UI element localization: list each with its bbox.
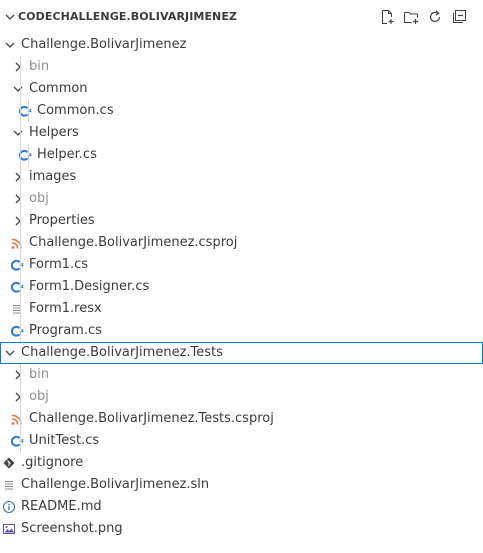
tree-item-label: bin <box>29 59 50 74</box>
tree-item-label: Challenge.BolivarJimenez.Tests.csproj <box>29 411 274 426</box>
tree-item-label: Challenge.BolivarJimenez <box>21 37 187 52</box>
tree-file[interactable]: README.md <box>0 496 483 518</box>
tree-item-label: obj <box>29 191 49 206</box>
tree-folder[interactable]: obj <box>0 188 483 210</box>
indent-guide <box>20 56 21 342</box>
new-folder-icon[interactable] <box>403 9 419 25</box>
chevron-right-icon[interactable] <box>12 193 24 205</box>
new-file-icon[interactable] <box>379 9 395 25</box>
refresh-icon[interactable] <box>427 9 443 25</box>
tree-folder[interactable]: Common <box>0 78 483 100</box>
tree-file[interactable]: Challenge.BolivarJimenez.csproj <box>0 232 483 254</box>
tree-item-label: Program.cs <box>29 323 102 338</box>
tree-item-label: README.md <box>21 499 102 514</box>
indent-guide <box>28 100 29 122</box>
tree-item-label: obj <box>29 389 49 404</box>
rss-project-icon <box>11 414 22 425</box>
tree-item-label: Form1.Designer.cs <box>29 279 150 294</box>
explorer-header[interactable]: CODECHALLENGE.BOLIVARJIMENEZ <box>0 0 483 34</box>
image-file-icon <box>3 524 15 534</box>
tree-item-label: Common <box>29 81 88 96</box>
tree-file[interactable]: .gitignore <box>0 452 483 474</box>
chevron-down-icon[interactable] <box>4 11 16 23</box>
tree-item-label: Common.cs <box>37 103 114 118</box>
tree-folder[interactable]: bin <box>0 364 483 386</box>
csharp-file-icon <box>10 259 24 271</box>
tree-item-label: Form1.resx <box>29 301 102 316</box>
tree-item-label: Challenge.BolivarJimenez.sln <box>21 477 210 492</box>
tree-folder[interactable]: Challenge.BolivarJimenez <box>0 34 483 56</box>
tree-folder[interactable]: bin <box>0 56 483 78</box>
file-tree: Challenge.BolivarJimenez bin Common Common.… <box>0 34 483 540</box>
tree-item-label: .gitignore <box>21 455 84 470</box>
csharp-file-icon <box>10 281 24 293</box>
tree-item-label: UnitTest.cs <box>29 433 100 448</box>
tree-item-label: bin <box>29 367 50 382</box>
tree-item-label: Properties <box>29 213 95 228</box>
tree-item-label: Challenge.BolivarJimenez.csproj <box>29 235 238 250</box>
lines-file-icon <box>13 305 21 314</box>
tree-file[interactable]: Screenshot.png <box>0 518 483 540</box>
workspace-title: CODECHALLENGE.BOLIVARJIMENEZ <box>18 10 238 23</box>
indent-guide <box>20 364 21 452</box>
chevron-down-icon[interactable] <box>4 347 16 359</box>
chevron-down-icon[interactable] <box>12 127 24 139</box>
tree-folder[interactable]: obj <box>0 386 483 408</box>
chevron-down-icon[interactable] <box>4 39 16 51</box>
csharp-file-icon <box>10 435 24 447</box>
tree-file[interactable]: Form1.resx <box>0 298 483 320</box>
tree-item-label: Screenshot.png <box>21 521 123 536</box>
chevron-right-icon[interactable] <box>12 171 24 183</box>
csharp-file-icon <box>10 325 24 337</box>
tree-item-label: Helpers <box>29 125 79 140</box>
info-icon <box>2 500 16 514</box>
tree-file[interactable]: Common.cs <box>0 100 483 122</box>
chevron-right-icon[interactable] <box>12 391 24 403</box>
tree-file[interactable]: Challenge.BolivarJimenez.sln <box>0 474 483 496</box>
explorer-actions <box>379 9 467 25</box>
tree-item-label: Helper.cs <box>37 147 97 162</box>
tree-folder[interactable]: Properties <box>0 210 483 232</box>
tree-file[interactable]: UnitTest.cs <box>0 430 483 452</box>
chevron-right-icon[interactable] <box>12 61 24 73</box>
tree-file[interactable]: Form1.Designer.cs <box>0 276 483 298</box>
tree-file[interactable]: Program.cs <box>0 320 483 342</box>
tree-folder[interactable]: Challenge.BolivarJimenez.Tests <box>0 342 483 364</box>
tree-item-label: Form1.cs <box>29 257 89 272</box>
indent-guide <box>28 144 29 166</box>
git-diamond-icon <box>3 457 15 469</box>
tree-file[interactable]: Form1.cs <box>0 254 483 276</box>
tree-folder[interactable]: Helpers <box>0 122 483 144</box>
collapse-all-icon[interactable] <box>451 9 467 25</box>
lines-file-icon <box>5 481 13 490</box>
tree-file[interactable]: Helper.cs <box>0 144 483 166</box>
chevron-right-icon[interactable] <box>12 215 24 227</box>
tree-item-label: Challenge.BolivarJimenez.Tests <box>21 345 223 360</box>
tree-file[interactable]: Challenge.BolivarJimenez.Tests.csproj <box>0 408 483 430</box>
chevron-down-icon[interactable] <box>12 83 24 95</box>
tree-item-label: images <box>29 169 77 184</box>
rss-project-icon <box>11 238 22 249</box>
chevron-right-icon[interactable] <box>12 369 24 381</box>
tree-folder[interactable]: images <box>0 166 483 188</box>
